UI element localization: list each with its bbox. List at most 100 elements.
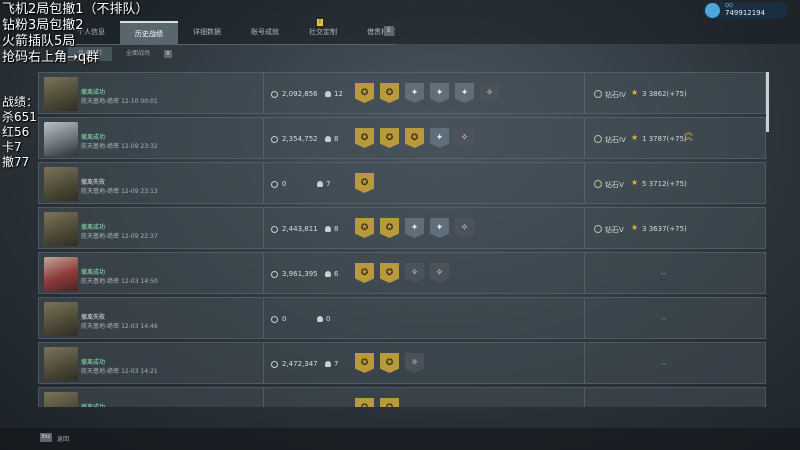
rank-name: 钻石V: [605, 226, 624, 234]
column-divider: [263, 388, 264, 407]
rank-name: 钻石IV: [605, 136, 626, 144]
table-row[interactable]: 撤离成功 航天基地-绝密 12-09 23:32 2,354,752 8 ✪ ✪ ✪ ✦ ✧ 钻石…: [38, 117, 766, 159]
overlay-line: 飞机2局包撤1（不排队）: [2, 2, 149, 17]
esc-key-hint[interactable]: Esc: [40, 433, 52, 442]
tab-2[interactable]: 详细数据: [178, 21, 236, 43]
column-divider: [584, 208, 585, 248]
achievement-badge-icon: ✧: [405, 263, 424, 283]
badge-row: ✪ ✪ ✧: [355, 353, 424, 373]
skull-icon: [317, 181, 323, 187]
rank-points: 5 3712(+75): [642, 180, 687, 188]
table-row[interactable]: 撤离成功 航天基地-绝密 12-10 00:01 2,092,856 12 ✪ ✪ ✦ ✦ ✦ ✧…: [38, 72, 766, 114]
extraction-status: 撤离成功: [81, 269, 106, 276]
scrollbar[interactable]: [766, 72, 769, 132]
skull-icon: [325, 271, 331, 277]
operator-avatar: [44, 212, 78, 246]
overlay-line: 抢码右上角→q群: [2, 50, 100, 65]
money-value: 0: [282, 180, 287, 188]
money-value: 2,354,752: [282, 135, 318, 143]
coin-icon: [271, 361, 278, 368]
extraction-status: 撤离成功: [81, 224, 106, 231]
tab-3[interactable]: 账号成就: [236, 21, 294, 43]
rank-icon: [594, 135, 602, 143]
tab-4[interactable]: 社交定制: [294, 21, 352, 43]
skull-icon: [325, 361, 331, 367]
map-and-date: 航天基地-绝密 12-10 00:01: [81, 96, 158, 105]
table-row[interactable]: 撤离成功 航天基地-绝密 12-09 22:37 2,443,811 8 ✪ ✪ ✦ ✦ ✧ 钻石…: [38, 207, 766, 249]
coin-icon: [271, 91, 278, 98]
map-name: 航天基地-绝密: [81, 188, 120, 195]
skull-icon: [325, 226, 331, 232]
achievement-badge-icon: ✦: [405, 218, 424, 238]
match-date: 12-09 23:32: [121, 143, 158, 150]
badge-row: ✪ ✪ ✧ ✧: [355, 263, 449, 283]
achievement-badge-icon: ✪: [380, 263, 399, 283]
key-e-hint: E: [384, 26, 394, 36]
map-name: 航天基地-绝密: [81, 278, 120, 285]
achievement-badge-icon: ✦: [430, 128, 449, 148]
rank-points-empty: --: [661, 270, 667, 278]
kill-count: 0: [326, 315, 331, 323]
table-row[interactable]: 撤离成功 航天基地-绝密 12-03 14:21 2,472,347 7 ✪ ✪ ✧ --: [38, 342, 766, 384]
achievement-badge-icon: ✪: [405, 128, 424, 148]
bottom-bar: [0, 428, 800, 450]
rank-points: 1 3787(+75): [642, 135, 687, 143]
achievement-badge-icon: ✪: [380, 128, 399, 148]
map-and-date: 航天基地-绝密 12-03 14:46: [81, 321, 158, 330]
badge-row: ✪ ✪ ✦ ✦ ✧: [355, 218, 474, 238]
column-divider: [263, 163, 264, 203]
star-icon: ★: [631, 88, 639, 97]
column-divider: [263, 253, 264, 293]
table-row[interactable]: 撤离成功 ✪✪: [38, 387, 766, 407]
kill-count: 6: [334, 270, 339, 278]
key-r-hint: R: [164, 50, 173, 58]
stats-line: 杀651: [2, 110, 37, 124]
star-icon: ★: [631, 133, 639, 142]
extraction-status: 撤离失败: [81, 314, 106, 321]
money-value: 2,472,347: [282, 360, 318, 368]
achievement-badge-icon: ✧: [480, 83, 499, 103]
star-count: 3: [642, 225, 647, 233]
column-divider: [584, 163, 585, 203]
stream-overlay-text: 飞机2局包撤1（不排队） 钻粉3局包撤2 火箭插队5局 抢码右上角→q群: [2, 2, 149, 66]
skull-icon: [325, 91, 331, 97]
stats-line: 战绩：: [2, 95, 39, 109]
table-row[interactable]: 撤离失败 航天基地-绝密 12-09 23:13 0 7 ✪ 钻石V ★ 5 3712(+75…: [38, 162, 766, 204]
rank-points: 3 3862(+75): [642, 90, 687, 98]
achievement-badge-icon: ✪: [355, 398, 374, 407]
column-divider: [584, 298, 585, 338]
match-date: 12-03 14:46: [121, 323, 158, 330]
extraction-status: 撤离成功: [81, 402, 105, 407]
kill-count: 8: [334, 225, 339, 233]
achievement-badge-icon: ✪: [355, 218, 374, 238]
stats-line: 卡7: [2, 140, 22, 154]
achievement-badge-icon: ✧: [455, 128, 474, 148]
column-divider: [584, 388, 585, 407]
operator-avatar: [44, 257, 78, 291]
achievement-badge-icon: ✪: [355, 128, 374, 148]
money-value: 0: [282, 315, 287, 323]
achievement-badge-icon: ✦: [430, 83, 449, 103]
table-row[interactable]: 撤离失败 航天基地-绝密 12-03 14:46 0 0 --: [38, 297, 766, 339]
operator-avatar: [44, 302, 78, 336]
badge-row: ✪ ✪ ✪ ✦ ✧: [355, 128, 474, 148]
map-and-date: 航天基地-绝密 12-09 23:13: [81, 186, 158, 195]
kill-count: 8: [334, 135, 339, 143]
map-name: 航天基地-绝密: [81, 368, 120, 375]
points-value: 3712(+75): [648, 180, 687, 188]
tab-5[interactable]: 借贵档案: [352, 21, 410, 43]
map-name: 航天基地-绝密: [81, 233, 120, 240]
achievement-badge-icon: ✪: [355, 353, 374, 373]
table-row[interactable]: 撤离成功 航天基地-绝密 12-03 14:50 3,961,395 6 ✪ ✪ ✧ ✧ --: [38, 252, 766, 294]
overlay-line: 火箭插队5局: [2, 34, 76, 49]
rank-icon: [594, 180, 602, 188]
map-name: 航天基地-绝密: [81, 98, 120, 105]
user-badge[interactable]: QQ 749912194: [703, 2, 788, 19]
achievement-badge-icon: ✦: [430, 218, 449, 238]
star-icon: ★: [631, 178, 639, 187]
back-label[interactable]: 返回: [57, 434, 69, 443]
rank-name: 钻石V: [605, 181, 624, 189]
rank-icon: [594, 225, 602, 233]
coin-icon: [271, 226, 278, 233]
achievement-badge-icon: ✪: [380, 353, 399, 373]
